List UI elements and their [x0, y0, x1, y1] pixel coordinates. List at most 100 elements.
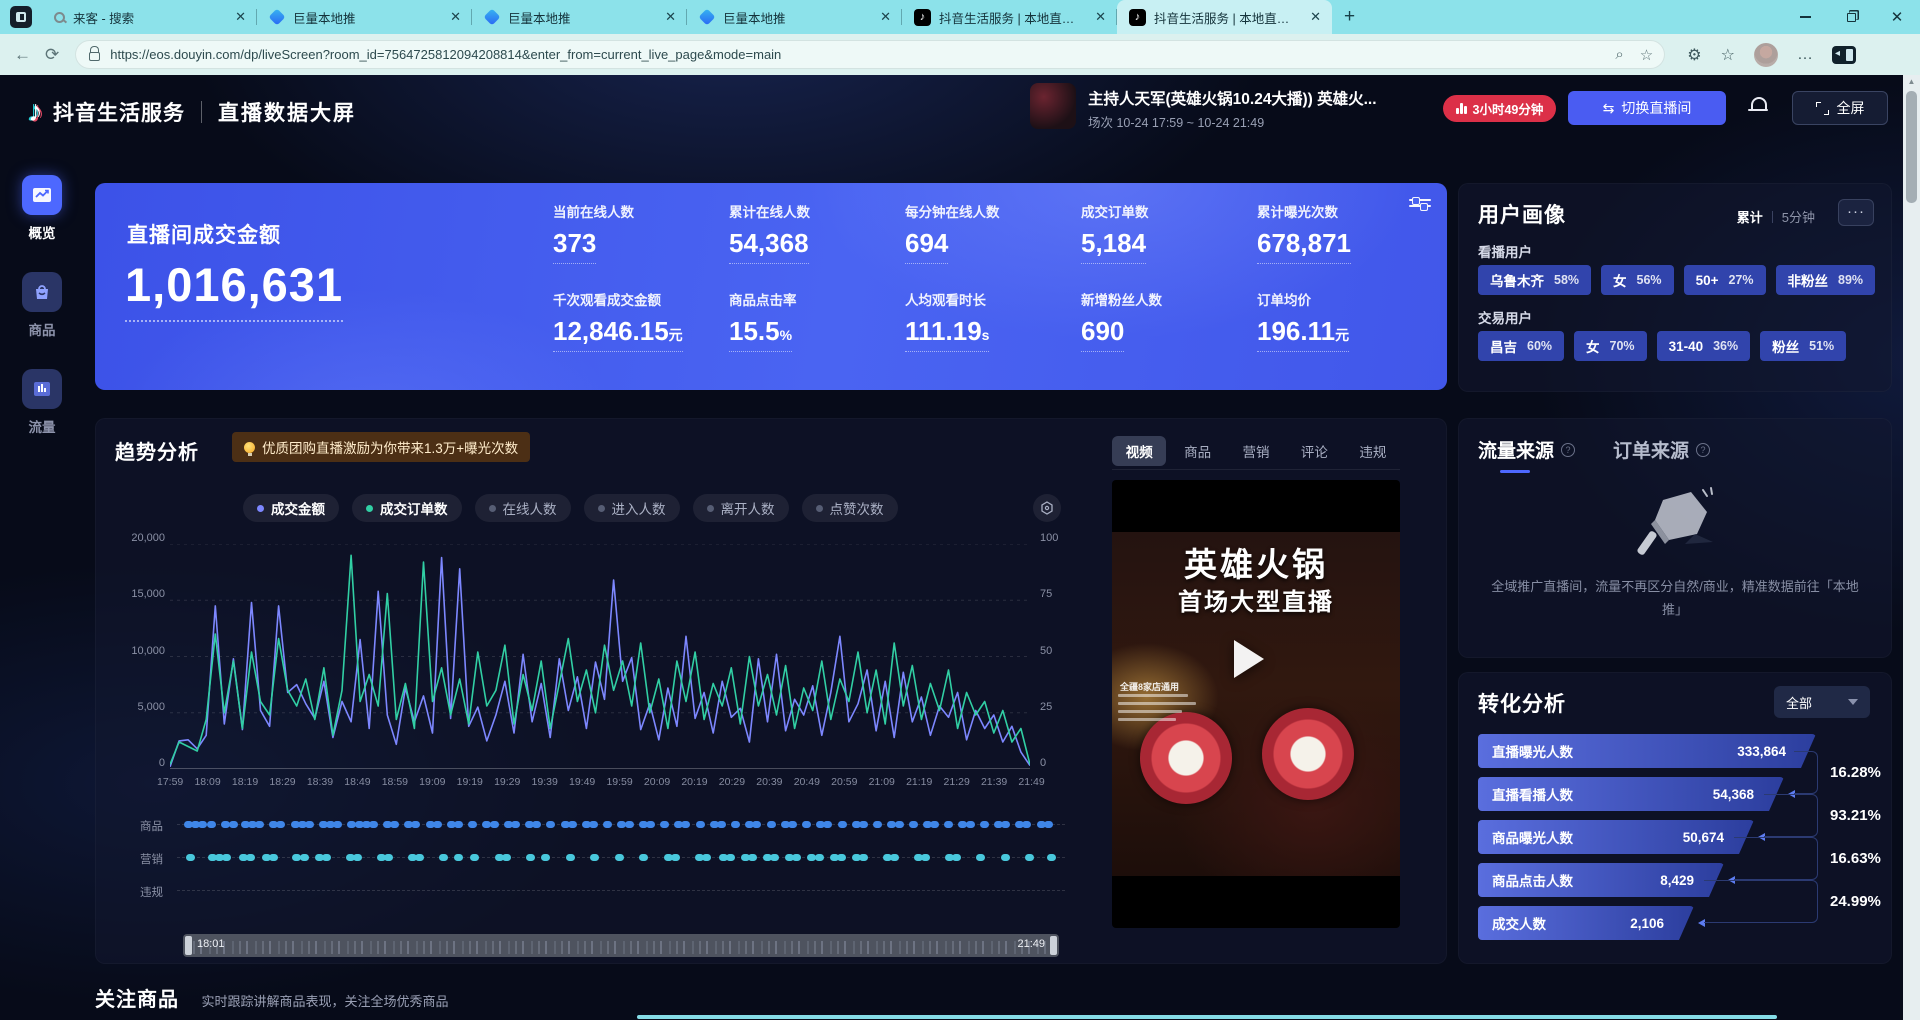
- event-dot[interactable]: [792, 854, 801, 861]
- brush-handle-left[interactable]: [185, 936, 192, 955]
- event-dot[interactable]: [788, 821, 797, 828]
- event-dot[interactable]: [731, 821, 740, 828]
- browser-tab[interactable]: 巨量本地推✕: [687, 0, 902, 34]
- event-dot[interactable]: [222, 854, 231, 861]
- profile-pill-50+[interactable]: 50+27%: [1684, 265, 1766, 295]
- event-dot[interactable]: [1044, 821, 1053, 828]
- event-dot[interactable]: [615, 854, 624, 861]
- sidebar-toggle-icon[interactable]: [1832, 46, 1856, 64]
- event-dot[interactable]: [930, 821, 939, 828]
- event-dot[interactable]: [909, 821, 918, 828]
- tab-close-icon[interactable]: ✕: [447, 9, 464, 25]
- traffic-tab-流量来源[interactable]: 流量来源?: [1478, 436, 1575, 463]
- new-tab-button[interactable]: +: [1344, 6, 1355, 28]
- event-dot[interactable]: [305, 821, 314, 828]
- event-dot[interactable]: [859, 821, 868, 828]
- traffic-tab-订单来源[interactable]: 订单来源?: [1613, 436, 1710, 463]
- event-dot[interactable]: [944, 821, 953, 828]
- event-dot[interactable]: [770, 854, 779, 861]
- event-dot[interactable]: [671, 854, 680, 861]
- event-dot[interactable]: [890, 854, 899, 861]
- event-dot[interactable]: [384, 854, 393, 861]
- event-dot[interactable]: [439, 854, 448, 861]
- legend-pill-成交订单数[interactable]: 成交订单数: [352, 494, 462, 522]
- tab-close-icon[interactable]: ✕: [662, 9, 679, 25]
- profile-pill-女[interactable]: 女56%: [1601, 265, 1674, 295]
- event-dot[interactable]: [566, 854, 575, 861]
- event-dot[interactable]: [1022, 821, 1031, 828]
- event-dot[interactable]: [590, 854, 599, 861]
- minimize-button[interactable]: [1782, 0, 1828, 34]
- profile-pill-昌吉[interactable]: 昌吉60%: [1478, 331, 1564, 361]
- url-text[interactable]: https://eos.douyin.com/dp/liveScreen?roo…: [110, 47, 1605, 62]
- event-dot[interactable]: [748, 854, 757, 861]
- event-dot[interactable]: [502, 854, 511, 861]
- collections-icon[interactable]: ☆: [1721, 45, 1735, 65]
- event-dot[interactable]: [333, 821, 342, 828]
- event-dot[interactable]: [589, 821, 598, 828]
- video-player[interactable]: 英雄火锅 首场大型直播 全疆8家店通用: [1112, 480, 1400, 928]
- settings-menu-icon[interactable]: …: [1797, 46, 1813, 64]
- event-dot[interactable]: [546, 821, 555, 828]
- event-dot[interactable]: [433, 821, 442, 828]
- url-bar[interactable]: https://eos.douyin.com/dp/liveScreen?roo…: [75, 40, 1665, 69]
- event-dot[interactable]: [1047, 854, 1056, 861]
- play-icon[interactable]: [1234, 640, 1264, 678]
- profile-pill-31-40[interactable]: 31-4036%: [1657, 331, 1751, 361]
- favorite-star-icon[interactable]: ☆: [1640, 46, 1653, 64]
- event-dot[interactable]: [1025, 854, 1034, 861]
- scrollbar-thumb[interactable]: [1906, 91, 1917, 203]
- info-icon[interactable]: ?: [1696, 443, 1710, 457]
- profile-pill-乌鲁木齐[interactable]: 乌鲁木齐58%: [1478, 265, 1591, 295]
- browser-profile-avatar[interactable]: [1754, 43, 1778, 67]
- event-dot[interactable]: [255, 821, 264, 828]
- tab-close-icon[interactable]: ✕: [1307, 9, 1324, 25]
- legend-pill-离开人数[interactable]: 离开人数: [693, 494, 789, 522]
- event-dot[interactable]: [390, 821, 399, 828]
- browser-tab[interactable]: ♪抖音生活服务 | 本地直播专…✕: [902, 0, 1117, 34]
- video-tab-违规[interactable]: 违规: [1346, 436, 1400, 466]
- metrics-settings-icon[interactable]: [1409, 195, 1431, 213]
- event-dot[interactable]: [454, 854, 463, 861]
- event-dot[interactable]: [568, 821, 577, 828]
- event-dot[interactable]: [490, 821, 499, 828]
- switch-room-button[interactable]: ⇆ 切换直播间: [1568, 91, 1726, 125]
- profile-more-button[interactable]: ···: [1838, 199, 1874, 226]
- restore-button[interactable]: [1828, 0, 1874, 34]
- event-dot[interactable]: [625, 821, 634, 828]
- incentive-tip-badge[interactable]: 优质团购直播激励为你带来1.3万+曝光次数: [232, 432, 530, 462]
- event-dot[interactable]: [369, 821, 378, 828]
- video-tab-商品[interactable]: 商品: [1170, 436, 1224, 466]
- zoom-out-icon[interactable]: ⌕: [1615, 46, 1623, 64]
- event-dot[interactable]: [229, 821, 238, 828]
- sidebar-item-流量[interactable]: 流量: [14, 369, 70, 436]
- event-dot[interactable]: [873, 821, 882, 828]
- event-dot[interactable]: [186, 854, 195, 861]
- event-dot[interactable]: [198, 821, 207, 828]
- profile-pill-非粉丝[interactable]: 非粉丝89%: [1776, 265, 1876, 295]
- event-dot[interactable]: [660, 821, 669, 828]
- event-dot[interactable]: [823, 821, 832, 828]
- video-tab-视频[interactable]: 视频: [1112, 436, 1166, 466]
- info-icon[interactable]: ?: [1561, 443, 1575, 457]
- brush-handle-right[interactable]: [1050, 936, 1057, 955]
- event-dot[interactable]: [269, 854, 278, 861]
- conversion-filter-dropdown[interactable]: 全部: [1774, 686, 1870, 718]
- refresh-icon[interactable]: ⟳: [45, 45, 59, 65]
- event-dot[interactable]: [541, 854, 550, 861]
- event-dot[interactable]: [646, 821, 655, 828]
- legend-pill-在线人数[interactable]: 在线人数: [475, 494, 571, 522]
- event-dot[interactable]: [526, 854, 535, 861]
- event-dot[interactable]: [454, 821, 463, 828]
- browser-tab[interactable]: 巨量本地推✕: [257, 0, 472, 34]
- mode-option-累计[interactable]: 累计: [1728, 207, 1772, 226]
- event-dot[interactable]: [980, 821, 989, 828]
- event-dot[interactable]: [952, 854, 961, 861]
- event-dot[interactable]: [246, 854, 255, 861]
- video-tab-评论[interactable]: 评论: [1287, 436, 1341, 466]
- event-dot[interactable]: [1001, 854, 1010, 861]
- browser-tab[interactable]: ♪抖音生活服务 | 本地直播专…✕: [1117, 0, 1332, 34]
- event-dot[interactable]: [411, 821, 420, 828]
- profile-pill-女[interactable]: 女70%: [1574, 331, 1647, 361]
- event-dot[interactable]: [532, 821, 541, 828]
